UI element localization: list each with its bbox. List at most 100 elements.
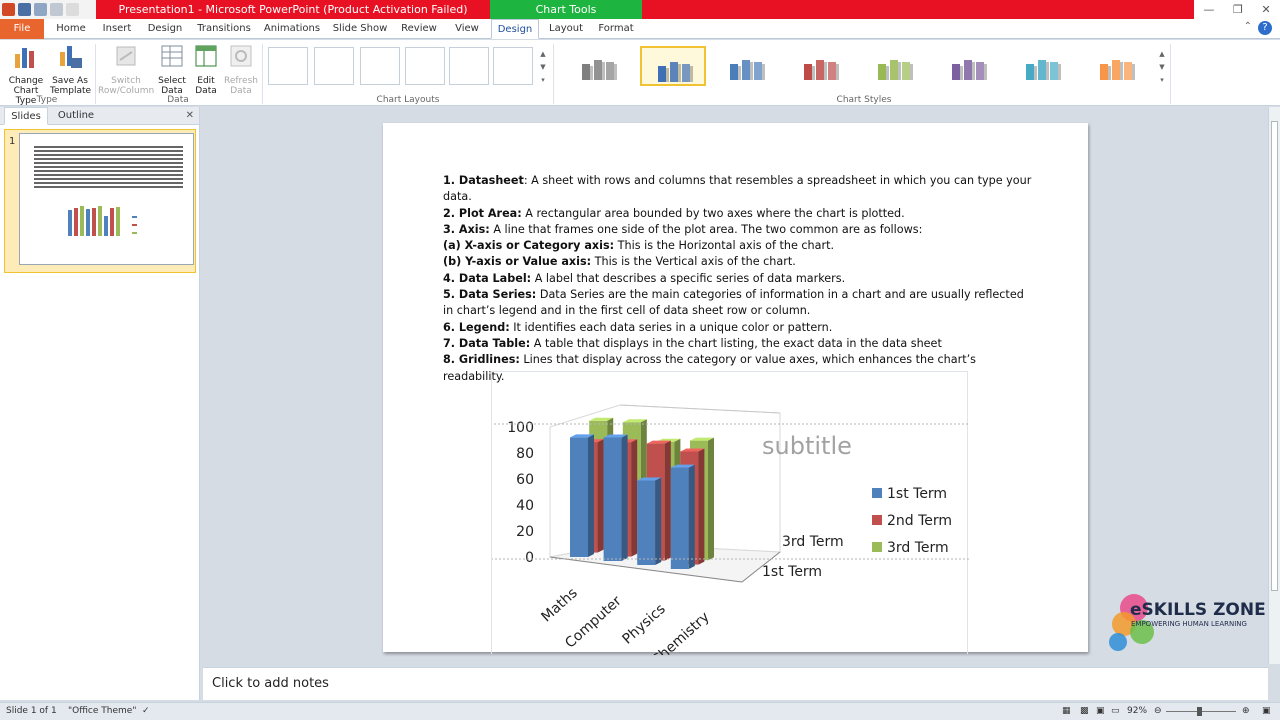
chart-style-7[interactable] bbox=[1010, 46, 1076, 86]
style-preview-bar-side bbox=[898, 62, 901, 80]
notes-pane[interactable]: Click to add notes bbox=[203, 667, 1268, 700]
style-preview-bar bbox=[742, 60, 750, 80]
style-preview-bar bbox=[952, 64, 960, 80]
tab-outline[interactable]: Outline bbox=[50, 107, 102, 125]
chart-layout-6[interactable] bbox=[493, 47, 533, 85]
undo-icon[interactable] bbox=[34, 3, 47, 16]
scrollbar-thumb[interactable] bbox=[1271, 121, 1278, 591]
bar-side bbox=[588, 434, 594, 557]
tab-view[interactable]: View bbox=[449, 19, 485, 39]
bar-1st-term bbox=[603, 437, 622, 561]
y-tick-label: 100 bbox=[507, 420, 534, 436]
chart-style-8[interactable] bbox=[1084, 46, 1150, 86]
select-data-label: Select Data bbox=[158, 76, 186, 96]
help-icon[interactable]: ? bbox=[1258, 21, 1272, 35]
chart-layout-3[interactable] bbox=[360, 47, 400, 85]
depth-label: 3rd Term bbox=[782, 534, 844, 550]
edit-data-label: Edit Data bbox=[195, 76, 217, 96]
definition-text: This is the Vertical axis of the chart. bbox=[591, 255, 796, 269]
edit-data-button[interactable]: Edit Data bbox=[190, 42, 222, 96]
chart-style-preview-icon bbox=[1100, 60, 1135, 80]
save-icon[interactable] bbox=[18, 3, 31, 16]
style-preview-bar bbox=[890, 60, 898, 80]
chart-style-3[interactable] bbox=[714, 46, 780, 86]
style-preview-bar bbox=[1112, 60, 1120, 80]
reading-view-icon[interactable]: ▣ bbox=[1096, 706, 1105, 716]
tab-chart-design[interactable]: Design bbox=[491, 19, 539, 39]
slide-thumbnail[interactable] bbox=[19, 133, 194, 265]
slide-show-icon[interactable]: ▭ bbox=[1111, 706, 1120, 716]
style-preview-bar-side bbox=[678, 64, 681, 82]
theme-name[interactable]: "Office Theme" bbox=[68, 706, 136, 716]
zoom-out-icon[interactable]: ⊖ bbox=[1154, 706, 1162, 716]
chart-layout-1[interactable] bbox=[268, 47, 308, 85]
chart-layout-4[interactable] bbox=[405, 47, 445, 85]
style-preview-bar bbox=[754, 62, 762, 80]
tab-slides[interactable]: Slides bbox=[4, 107, 48, 125]
close-panel-icon[interactable]: ✕ bbox=[186, 110, 194, 121]
refresh-data-button[interactable]: Refresh Data bbox=[224, 42, 258, 96]
tab-file[interactable]: File bbox=[0, 19, 44, 39]
tab-animations[interactable]: Animations bbox=[262, 19, 322, 39]
tab-insert[interactable]: Insert bbox=[98, 19, 136, 39]
switch-row-column-button[interactable]: Switch Row/Column bbox=[98, 42, 154, 96]
slide-thumbnail-selected[interactable]: 1 bbox=[4, 129, 196, 273]
redo-icon[interactable] bbox=[50, 3, 63, 16]
definition-term: 8. Gridlines: bbox=[443, 353, 520, 367]
spell-check-icon[interactable]: ✓ bbox=[142, 706, 150, 716]
slides-panel-tabs: Slides Outline ✕ bbox=[0, 107, 199, 125]
zoom-in-icon[interactable]: ⊕ bbox=[1242, 706, 1250, 716]
chart-style-5[interactable] bbox=[862, 46, 928, 86]
window-title: Presentation1 - Microsoft PowerPoint (Pr… bbox=[118, 3, 468, 16]
chart-style-2[interactable] bbox=[640, 46, 706, 86]
select-data-button[interactable]: Select Data bbox=[156, 42, 188, 96]
group-label-chart-layouts: Chart Layouts bbox=[376, 95, 440, 105]
tab-review[interactable]: Review bbox=[398, 19, 440, 39]
slide-sorter-icon[interactable]: ▩ bbox=[1080, 706, 1089, 716]
tab-transitions[interactable]: Transitions bbox=[195, 19, 253, 39]
chart-style-4[interactable] bbox=[788, 46, 854, 86]
tab-chart-layout[interactable]: Layout bbox=[545, 19, 587, 39]
normal-view-icon[interactable]: ▦ bbox=[1062, 706, 1071, 716]
zoom-level[interactable]: 92% bbox=[1127, 706, 1147, 716]
edit-data-icon bbox=[195, 45, 217, 67]
style-preview-bar-side bbox=[602, 62, 605, 80]
restore-icon[interactable]: ❐ bbox=[1233, 3, 1243, 16]
style-preview-bar-side bbox=[1034, 66, 1037, 80]
minimize-icon[interactable]: — bbox=[1203, 3, 1214, 16]
customize-qat-icon[interactable] bbox=[66, 3, 79, 16]
bar-1st-term bbox=[570, 437, 588, 557]
slides-panel: Slides Outline ✕ 1 bbox=[0, 107, 200, 700]
style-preview-bar-side bbox=[984, 64, 987, 80]
close-icon[interactable]: ✕ bbox=[1261, 3, 1270, 16]
style-preview-bar-side bbox=[614, 64, 617, 80]
save-as-template-button[interactable]: Save As Template bbox=[50, 42, 92, 96]
style-preview-bar bbox=[878, 64, 886, 80]
tab-chart-format[interactable]: Format bbox=[594, 19, 638, 39]
chart-placeholder-subtitle: subtitle bbox=[762, 432, 852, 460]
zoom-slider-handle[interactable] bbox=[1197, 707, 1202, 716]
3d-column-chart[interactable]: 020406080100subtitleMathsComputerPhysics… bbox=[492, 372, 969, 655]
vertical-scrollbar[interactable] bbox=[1268, 107, 1280, 664]
chart-style-1[interactable] bbox=[566, 46, 632, 86]
watermark-name: eSKILLS ZONE bbox=[1130, 600, 1266, 620]
chart-layout-5[interactable] bbox=[449, 47, 489, 85]
fit-to-window-icon[interactable]: ▣ bbox=[1262, 706, 1271, 716]
chart-layout-2[interactable] bbox=[314, 47, 354, 85]
refresh-data-label: Refresh Data bbox=[224, 76, 258, 96]
definitions-text-box[interactable]: 1. Datasheet: A sheet with rows and colu… bbox=[443, 173, 1033, 385]
tab-design[interactable]: Design bbox=[144, 19, 186, 39]
save-as-template-label: Save As Template bbox=[50, 76, 92, 96]
slide-canvas[interactable]: 1. Datasheet: A sheet with rows and colu… bbox=[383, 123, 1088, 655]
chart-layouts-scroll[interactable]: ▲ ▼ ▾ bbox=[538, 48, 548, 88]
definition-line: (a) X-axis or Category axis: This is the… bbox=[443, 238, 1033, 254]
chart-object[interactable]: 0 20 40 60 80 100 subtitle Maths Computer Physics… bbox=[491, 371, 969, 655]
chart-style-6[interactable] bbox=[936, 46, 1002, 86]
y-tick-label: 20 bbox=[516, 524, 534, 540]
chart-styles-scroll[interactable]: ▲ ▼ ▾ bbox=[1157, 48, 1167, 88]
definition-term: 3. Axis: bbox=[443, 222, 490, 236]
tab-home[interactable]: Home bbox=[52, 19, 90, 39]
minimize-ribbon-icon[interactable]: ⌃ bbox=[1244, 21, 1252, 32]
group-label-chart-styles: Chart Styles bbox=[836, 95, 892, 105]
tab-slide-show[interactable]: Slide Show bbox=[331, 19, 389, 39]
